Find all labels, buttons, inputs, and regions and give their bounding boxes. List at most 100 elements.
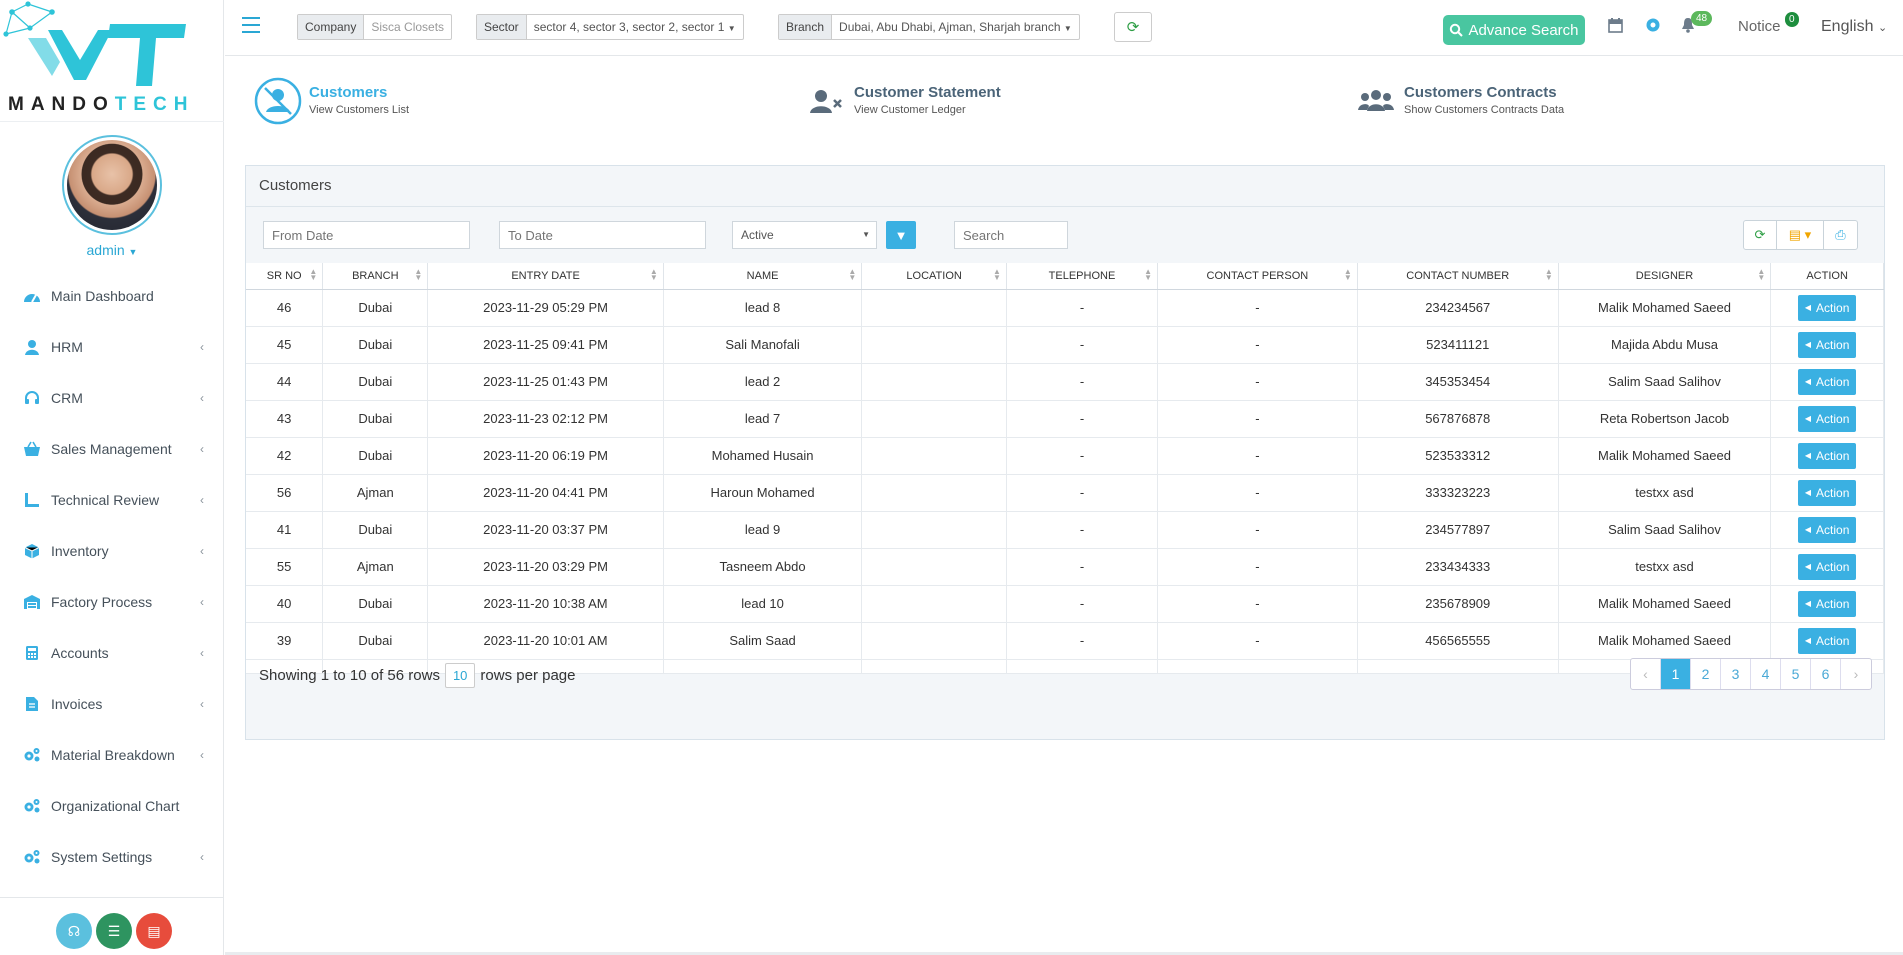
table-refresh-button[interactable]: ⟳ [1744, 221, 1777, 249]
print-button[interactable]: ⎙ [1824, 221, 1857, 249]
cell-branch: Dubai [322, 622, 429, 660]
cell-sr-no: 45 [246, 326, 324, 364]
column-header-entry-date[interactable]: ENTRY DATE ▲ ▼ [427, 263, 664, 290]
branch-select[interactable]: Branch Dubai, Abu Dhabi, Ajman, Sharjah … [778, 14, 1080, 40]
caret-left-icon: ◀ [1804, 488, 1812, 497]
sidebar-item-system-settings[interactable]: System Settings ‹ [0, 831, 224, 882]
page-5-button[interactable]: 5 [1781, 659, 1811, 689]
chevron-left-icon: ‹ [200, 748, 204, 762]
chevron-left-icon: ‹ [200, 391, 204, 405]
rows-per-page-select[interactable]: 10 [444, 663, 476, 688]
sidebar-item-accounts[interactable]: Accounts ‹ [0, 627, 224, 678]
status-select[interactable]: Active ▼ [732, 221, 877, 249]
page-6-button[interactable]: 6 [1811, 659, 1841, 689]
search-input[interactable] [954, 221, 1068, 249]
sidebar-item-technical-review[interactable]: Technical Review ‹ [0, 474, 224, 525]
action-dropdown-button[interactable]: ◀ Action [1797, 294, 1857, 321]
menu-toggle-icon[interactable] [242, 17, 260, 33]
sidebar-item-organizational-chart[interactable]: Organizational Chart [0, 780, 224, 831]
action-dropdown-button[interactable]: ◀ Action [1797, 553, 1857, 580]
column-header-branch[interactable]: BRANCH ▲ ▼ [322, 263, 429, 290]
sidebar-item-hrm[interactable]: HRM ‹ [0, 321, 224, 372]
sidebar-item-inventory[interactable]: Inventory ‹ [0, 525, 224, 576]
cell-name: lead 8 [663, 289, 863, 327]
cell-designer: testxx asd [1558, 548, 1772, 586]
brand-name: MANDOTECH [8, 94, 195, 115]
chevron-left-icon: ‹ [200, 544, 204, 558]
mandotech-logo-icon [3, 1, 186, 86]
column-header-contact-person[interactable]: CONTACT PERSON ▲ ▼ [1157, 263, 1358, 290]
action-dropdown-button[interactable]: ◀ Action [1797, 405, 1857, 432]
sidebar-item-material-breakdown[interactable]: Material Breakdown ‹ [0, 729, 224, 780]
sidebar-item-invoices[interactable]: Invoices ‹ [0, 678, 224, 729]
sort-icon: ▲ ▼ [1343, 267, 1352, 282]
branch-value: Dubai, Abu Dhabi, Ajman, Sharjah branch … [839, 20, 1072, 34]
action-dropdown-button[interactable]: ◀ Action [1797, 368, 1857, 395]
action-dropdown-button[interactable]: ◀ Action [1797, 627, 1857, 654]
table-toolbar: ⟳ ▤ ▾ ⎙ [1743, 220, 1858, 250]
sidebar-item-main-dashboard[interactable]: Main Dashboard [0, 270, 224, 321]
page-1-button[interactable]: 1 [1661, 659, 1691, 689]
settings-gear-icon[interactable] [1645, 17, 1661, 33]
shortcut-customers[interactable]: Customers View Customers List [253, 76, 409, 126]
calendar-icon[interactable] [1608, 17, 1623, 33]
ruler-icon [22, 490, 42, 510]
page-prev-button[interactable]: ‹ [1631, 659, 1661, 689]
column-header-sr-no[interactable]: SR NO ▲ ▼ [246, 263, 324, 290]
action-dropdown-button[interactable]: ◀ Action [1797, 331, 1857, 358]
cell-name: Salim Saad [663, 622, 863, 660]
support-button[interactable]: ☊ [56, 913, 92, 949]
action-dropdown-button[interactable]: ◀ Action [1797, 442, 1857, 469]
box-icon [22, 541, 42, 561]
page-3-button[interactable]: 3 [1721, 659, 1751, 689]
page-4-button[interactable]: 4 [1751, 659, 1781, 689]
column-header-contact-number[interactable]: CONTACT NUMBER ▲ ▼ [1357, 263, 1559, 290]
basket-icon [22, 439, 42, 459]
action-dropdown-button[interactable]: ◀ Action [1797, 479, 1857, 506]
from-date-input[interactable] [263, 221, 470, 249]
cell-designer: Malik Mohamed Saeed [1558, 437, 1772, 475]
cell-designer: Malik Mohamed Saeed [1558, 585, 1772, 623]
sidebar-item-label: CRM [51, 389, 83, 406]
cell-contact-person: - [1157, 289, 1358, 327]
cell-action: ◀ Action [1770, 437, 1884, 475]
filter-button[interactable]: ▼ [886, 221, 916, 249]
cell-telephone: - [1006, 511, 1159, 549]
sector-select[interactable]: Sector sector 4, sector 3, sector 2, sec… [476, 14, 744, 40]
caret-left-icon: ◀ [1804, 525, 1812, 534]
language-select[interactable]: English ⌄ [1821, 18, 1887, 36]
cell-telephone: - [1006, 326, 1159, 364]
columns-toggle-button[interactable]: ▤ ▾ [1777, 221, 1824, 249]
shortcut-customer-statement[interactable]: Customer Statement View Customer Ledger [808, 76, 1001, 119]
action-dropdown-button[interactable]: ◀ Action [1797, 590, 1857, 617]
avatar[interactable] [62, 135, 162, 235]
shortcut-subtitle: Show Customers Contracts Data [1404, 104, 1565, 116]
cell-branch: Dubai [322, 400, 429, 438]
action-dropdown-button[interactable]: ◀ Action [1797, 516, 1857, 543]
shortcut-customers-contracts[interactable]: Customers Contracts Show Customers Contr… [1358, 76, 1564, 119]
user-menu[interactable]: admin ▼ [0, 242, 224, 258]
list-check-button[interactable]: ☰ [96, 913, 132, 949]
clipboard-button[interactable]: ▤ [136, 913, 172, 949]
page-2-button[interactable]: 2 [1691, 659, 1721, 689]
advance-search-button[interactable]: Advance Search [1443, 15, 1585, 45]
cell-location [861, 326, 1007, 364]
sidebar-item-sales-management[interactable]: Sales Management ‹ [0, 423, 224, 474]
column-header-telephone[interactable]: TELEPHONE ▲ ▼ [1006, 263, 1159, 290]
page-next-button[interactable]: › [1841, 659, 1871, 689]
column-header-location[interactable]: LOCATION ▲ ▼ [861, 263, 1007, 290]
caret-left-icon: ◀ [1804, 562, 1812, 571]
column-header-designer[interactable]: DESIGNER ▲ ▼ [1558, 263, 1772, 290]
notice-button[interactable]: Notice [1738, 18, 1781, 35]
company-select[interactable]: Company Sisca Closets [297, 14, 453, 40]
cell-location [861, 474, 1007, 512]
sidebar-item-crm[interactable]: CRM ‹ [0, 372, 224, 423]
cell-telephone: - [1006, 437, 1159, 475]
refresh-button[interactable]: ⟳ [1114, 12, 1152, 42]
column-header-name[interactable]: NAME ▲ ▼ [663, 263, 863, 290]
sidebar-item-factory-process[interactable]: Factory Process ‹ [0, 576, 224, 627]
logo[interactable]: MANDOTECH [0, 0, 224, 122]
to-date-input[interactable] [499, 221, 706, 249]
sidebar-item-label: Technical Review [51, 491, 160, 508]
cell-contact-number: 234234567 [1357, 289, 1559, 327]
